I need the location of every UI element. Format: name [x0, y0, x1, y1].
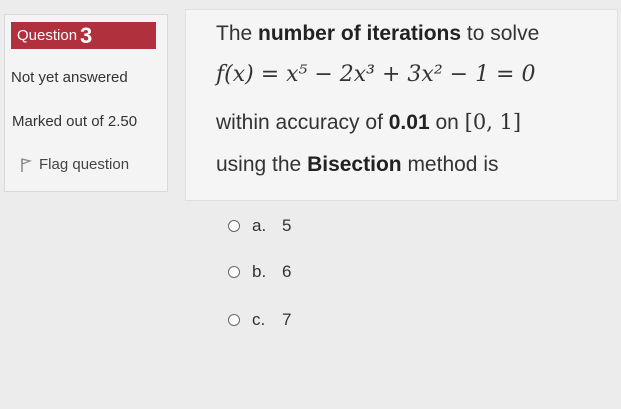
radio-button[interactable]: [228, 314, 240, 326]
answer-state: Not yet answered: [11, 69, 128, 86]
option-b[interactable]: b. 6: [228, 262, 291, 282]
question-text-fragment: to solve: [461, 22, 540, 45]
option-value: 5: [282, 216, 292, 235]
option-a[interactable]: a. 5: [228, 216, 291, 236]
question-number: 3: [80, 22, 93, 48]
flag-question-label: Flag question: [39, 156, 130, 173]
question-number-badge: Question 3: [11, 22, 156, 49]
quiz-page: Question 3 Not yet answered Marked out o…: [0, 0, 621, 409]
question-text-fragment: within accuracy of: [216, 111, 389, 134]
option-value: 6: [282, 262, 292, 281]
question-text-line-1: The number of iterations to solve: [216, 22, 539, 46]
flag-icon: [21, 157, 33, 172]
question-text-fragment: The: [216, 22, 259, 45]
option-value: 7: [282, 310, 292, 329]
question-label: Question: [17, 27, 78, 44]
option-letter: a.: [252, 216, 267, 235]
question-text-fragment: method is: [401, 153, 499, 176]
option-letter: b.: [252, 262, 267, 281]
question-equation: f(x) = x⁵ − 2x³ + 3x² − 1 = 0: [216, 62, 535, 87]
question-text-line-3: within accuracy of 0.01 on [0, 1]: [216, 110, 521, 135]
question-info-panel: Question 3 Not yet answered Marked out o…: [4, 14, 168, 192]
question-text-fragment: on: [429, 111, 465, 134]
radio-button[interactable]: [228, 266, 240, 278]
grade-info: Marked out of 2.50: [12, 113, 138, 130]
question-text-bold: number of iterations: [258, 22, 462, 45]
interval-text: [0, 1]: [464, 110, 522, 134]
question-text-line-4: using the Bisection method is: [216, 153, 499, 177]
accuracy-value: 0.01: [388, 111, 430, 134]
question-text-fragment: using the: [216, 153, 308, 176]
option-letter: c.: [252, 310, 266, 329]
method-name: Bisection: [307, 153, 402, 176]
radio-button[interactable]: [228, 220, 240, 232]
option-c[interactable]: c. 7: [228, 310, 291, 330]
equation-text: f(x) = x⁵ − 2x³ + 3x² − 1 = 0: [216, 62, 536, 87]
flag-question-link[interactable]: Flag question: [19, 156, 129, 173]
